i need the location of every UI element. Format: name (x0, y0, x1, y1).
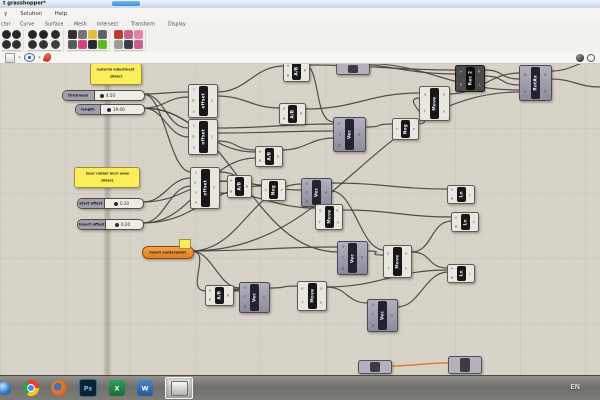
node-a-b[interactable]: A B A/B R (205, 285, 234, 306)
note-laser[interactable]: laser rubber burn away sliders (74, 167, 140, 188)
prim-number-icon[interactable] (39, 30, 49, 39)
galapagos-icon[interactable] (124, 40, 134, 49)
taskbar-icons: Ps X W (0, 376, 193, 400)
slider-knob[interactable] (99, 93, 104, 98)
node-component[interactable] (358, 360, 392, 374)
prim-integer-icon[interactable] (28, 40, 37, 49)
node-ln[interactable]: A B Ln L (447, 185, 475, 204)
tab-ctor[interactable]: ctor (1, 21, 10, 27)
tab-mesh[interactable]: Mesh (74, 21, 87, 27)
gradient-icon[interactable] (88, 30, 98, 39)
node-rec-2[interactable]: A B Rec 2RL (455, 65, 485, 92)
prim-boolean-icon[interactable] (28, 30, 37, 39)
named-view-icon[interactable] (5, 52, 15, 63)
slider-knob[interactable] (114, 201, 119, 206)
prim-domain-icon[interactable] (50, 40, 60, 49)
toolbar-group-input: Input ▾ (67, 30, 111, 58)
tab-display[interactable]: Display (168, 21, 186, 27)
node-neg[interactable]: x Neg y (261, 179, 286, 201)
slider-icon[interactable] (68, 30, 78, 39)
chevron-down-icon[interactable]: ▾ (19, 55, 21, 60)
node-vec[interactable]: X Y Z Vec V (337, 241, 368, 275)
menu-item-solution[interactable]: Solution (20, 10, 42, 16)
node-rotax[interactable]: G A RotAx G X (519, 65, 552, 101)
chevron-down-icon[interactable]: ▾ (39, 55, 41, 60)
graph-mapper-icon[interactable] (68, 40, 78, 49)
photoshop-icon[interactable]: Ps (79, 379, 97, 397)
slider-knob[interactable] (107, 107, 112, 112)
node-move[interactable]: G T Move G X (315, 204, 343, 230)
node-component[interactable] (336, 63, 370, 75)
mini-panel[interactable] (179, 239, 191, 249)
node-ln[interactable]: A B Ln L (447, 264, 475, 283)
param-point-icon[interactable] (2, 30, 11, 39)
prim-colour-icon[interactable] (50, 30, 60, 39)
jump-icon[interactable] (134, 30, 144, 39)
node-component[interactable] (448, 356, 482, 374)
toolbar-group-util: Util ▾ (113, 30, 147, 58)
toolbar-group-0: ▾ (1, 30, 24, 58)
tab-surface[interactable]: Surface (45, 21, 63, 27)
slider-insert-offset[interactable]: insert offset 0.20 (77, 219, 144, 230)
param-mesh-icon[interactable] (12, 40, 21, 49)
start-button[interactable] (0, 381, 11, 395)
language-indicator[interactable]: EN (570, 383, 580, 391)
cherry-picker-icon[interactable] (114, 30, 124, 39)
render-sphere-icon[interactable] (576, 53, 584, 62)
remote-icon[interactable] (134, 40, 144, 49)
cluster-icon[interactable] (124, 30, 134, 39)
firefox-icon[interactable] (51, 380, 67, 396)
tab-transform[interactable]: Transform (131, 21, 155, 27)
node-offset[interactable]: C D S Poffset C (190, 167, 220, 209)
param-curve-icon[interactable] (2, 40, 11, 49)
node-ln[interactable]: A B Ln L (451, 212, 479, 232)
node-move[interactable]: G T Move G X (419, 86, 450, 121)
node-offset[interactable]: C D Soffset C (188, 119, 218, 155)
taskbar: Ps X W EN (0, 375, 600, 400)
prim-text-icon[interactable] (39, 40, 49, 49)
panel-icon[interactable] (78, 40, 88, 49)
slider-start-offset[interactable]: start offset 0.20 (77, 198, 144, 209)
node-vec[interactable]: X Y Z Vec V (239, 282, 270, 313)
tab-intersect[interactable]: Intersect (97, 21, 118, 27)
excel-icon[interactable]: X (109, 380, 125, 396)
menu-item-help[interactable]: Help (55, 10, 67, 16)
menu-item-y[interactable]: y (4, 10, 7, 16)
node-vec[interactable]: X Y Z Vec V (301, 178, 332, 207)
preview-eye-icon[interactable] (24, 53, 36, 62)
node-vec[interactable]: X Y Z Vec V (367, 299, 398, 332)
relay-icon[interactable] (114, 40, 124, 49)
slider-length[interactable]: length 19.00 (75, 104, 145, 115)
canvas-toolbar: ▾ ▾ (0, 52, 600, 64)
wireframe-icon[interactable] (587, 53, 595, 62)
rhino-icon[interactable] (170, 380, 188, 396)
slider-knob[interactable] (114, 222, 119, 227)
node-offset[interactable]: C D Soffset C (188, 84, 218, 118)
paint-icon[interactable] (42, 52, 53, 63)
knob-icon[interactable] (88, 40, 98, 49)
node-move[interactable]: G T Move G X (383, 245, 412, 278)
image-sampler-icon[interactable] (78, 30, 88, 39)
tab-curve[interactable]: Curve (20, 21, 34, 27)
node-neg[interactable]: x Neg y (392, 118, 419, 140)
calendar-icon[interactable] (98, 40, 108, 49)
slider-thickness[interactable]: thickness 4.50 (62, 90, 145, 101)
taskbar-button-active[interactable] (165, 377, 193, 399)
node-vec[interactable]: X Y Z Vec V (333, 117, 366, 152)
title-highlight (112, 1, 140, 6)
window-title: t grasshopper* (3, 0, 46, 6)
node-a-b[interactable]: A B A/B R (279, 103, 306, 125)
component-toolbar: ▾Primitive ▾Input ▾Util ▾ (0, 29, 600, 58)
param-surface-icon[interactable] (12, 30, 21, 39)
note-material[interactable]: material adjustment sliders (90, 63, 142, 85)
item-picker-icon[interactable] (98, 30, 108, 39)
chrome-icon[interactable] (23, 380, 39, 396)
node-a-b[interactable]: A B A/B R (255, 146, 283, 167)
word-icon[interactable]: W (137, 380, 153, 396)
node-a-b[interactable]: A B A/B R (227, 175, 252, 198)
toolbar-group-primitive: Primitive ▾ (27, 30, 65, 58)
node-move[interactable]: G T Move G X (297, 281, 327, 311)
